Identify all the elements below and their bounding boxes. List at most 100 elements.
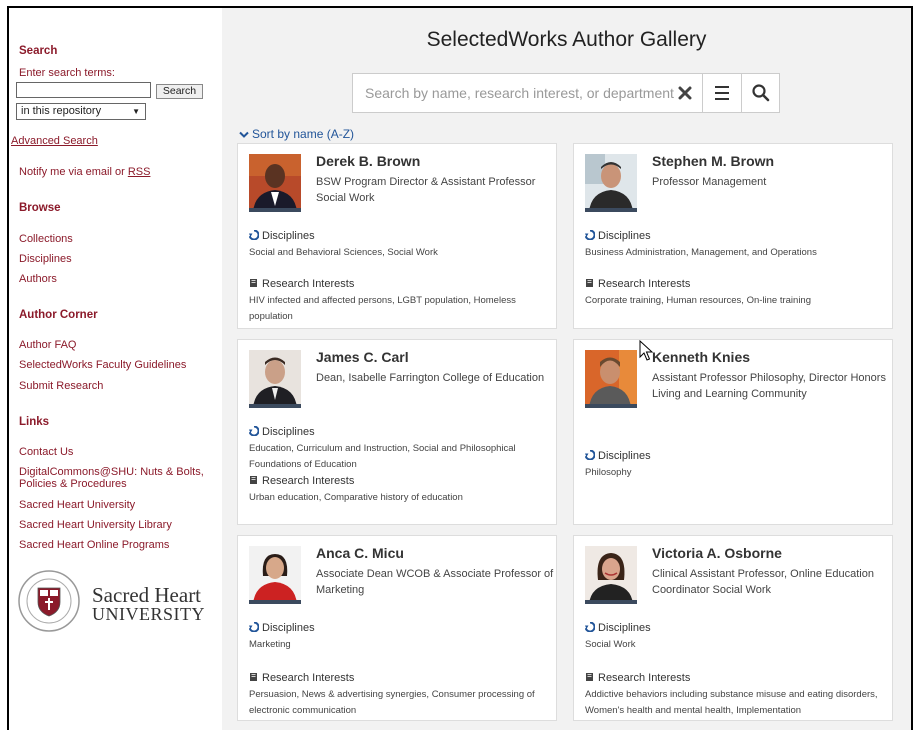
- author-card[interactable]: Derek B. Brown BSW Program Director & As…: [237, 143, 557, 329]
- notify-link[interactable]: Notify me via email or: [19, 166, 128, 178]
- browse-heading: Browse: [19, 202, 61, 214]
- notify-row: Notify me via email or RSS: [19, 166, 150, 178]
- author-card[interactable]: Stephen M. Brown Professor Management Di…: [573, 143, 893, 329]
- sort-dropdown[interactable]: Sort by name (A-Z): [239, 127, 354, 141]
- research-text: Corporate training, Human resources, On-…: [585, 295, 811, 306]
- author-photo[interactable]: [585, 350, 637, 408]
- disciplines-text: Social Work: [585, 639, 636, 650]
- research-text: Addictive behaviors including substance …: [585, 689, 878, 716]
- logo-wordmark-line2: UNIVERSITY: [92, 604, 205, 624]
- shu-library-link[interactable]: Sacred Heart University Library: [19, 519, 172, 531]
- mouse-cursor-icon: [639, 340, 653, 361]
- disciplines-label: Disciplines: [598, 622, 651, 634]
- browse-disciplines-link[interactable]: Disciplines: [19, 253, 72, 265]
- book-icon: [250, 279, 257, 287]
- university-logo[interactable]: Sacred Heart UNIVERSITY: [16, 568, 216, 638]
- disciplines-text: Marketing: [249, 639, 291, 650]
- author-name[interactable]: James C. Carl: [316, 349, 409, 365]
- author-title: Clinical Assistant Professor, Online Edu…: [652, 568, 874, 596]
- disciplines-label: Disciplines: [598, 230, 651, 242]
- author-title: Associate Dean WCOB & Associate Professo…: [316, 568, 554, 596]
- author-photo[interactable]: [585, 546, 637, 604]
- research-heading: Research Interests: [585, 672, 690, 684]
- author-name[interactable]: Anca C. Micu: [316, 545, 404, 561]
- disciplines-text: Business Administration, Management, and…: [585, 247, 817, 258]
- browse-authors-link[interactable]: Authors: [19, 273, 57, 285]
- scope-select[interactable]: in this repository ▼: [16, 103, 146, 120]
- shu-link[interactable]: Sacred Heart University: [19, 499, 135, 511]
- research-label: Research Interests: [262, 278, 355, 290]
- author-photo[interactable]: [249, 350, 301, 408]
- author-card[interactable]: Victoria A. Osborne Clinical Assistant P…: [573, 535, 893, 721]
- author-name[interactable]: Stephen M. Brown: [652, 153, 774, 169]
- author-title: Professor Management: [652, 176, 767, 188]
- author-faq-link[interactable]: Author FAQ: [19, 339, 76, 351]
- gallery-search-button[interactable]: [742, 74, 780, 112]
- page-title: SelectedWorks Author Gallery: [426, 28, 707, 51]
- research-label: Research Interests: [262, 475, 355, 487]
- disciplines-icon: [584, 621, 596, 633]
- disciplines-heading: Disciplines: [248, 425, 315, 438]
- sidebar: Search Enter search terms: Search in thi…: [9, 8, 222, 730]
- gallery-search-bar: Search by name, research interest, or de…: [352, 73, 780, 113]
- author-title: BSW Program Director & Assistant Profess…: [316, 176, 536, 204]
- digitalcommons-link-line2[interactable]: Policies & Procedures: [19, 478, 127, 490]
- disciplines-heading: Disciplines: [248, 621, 315, 634]
- disciplines-label: Disciplines: [262, 426, 315, 438]
- chevron-down-icon: [239, 131, 249, 138]
- research-heading: Research Interests: [249, 278, 354, 290]
- search-button[interactable]: Search: [156, 84, 203, 99]
- submit-research-link[interactable]: Submit Research: [19, 380, 103, 392]
- digitalcommons-link[interactable]: DigitalCommons@SHU: Nuts & Bolts,: [19, 466, 204, 478]
- disciplines-text: Social and Behavioral Sciences, Social W…: [249, 247, 438, 258]
- disciplines-icon: [248, 425, 260, 437]
- author-title: Dean, Isabelle Farrington College of Edu…: [316, 372, 545, 384]
- research-label: Research Interests: [262, 672, 355, 684]
- search-input[interactable]: [16, 82, 151, 98]
- list-view-button[interactable]: [703, 74, 741, 112]
- scope-selected-value: in this repository: [21, 105, 102, 117]
- gallery-main: SelectedWorks Author Gallery Search by n…: [222, 8, 911, 730]
- browse-collections-link[interactable]: Collections: [19, 233, 73, 245]
- book-icon: [250, 476, 257, 484]
- book-icon: [250, 673, 257, 681]
- book-icon: [586, 279, 593, 287]
- author-photo[interactable]: [585, 154, 637, 212]
- disciplines-icon: [584, 449, 596, 461]
- dropdown-arrow-icon: ▼: [132, 107, 140, 116]
- advanced-search-link[interactable]: Advanced Search: [11, 135, 98, 147]
- university-seal-icon: [18, 570, 80, 632]
- author-photo[interactable]: [249, 154, 301, 212]
- author-card[interactable]: Kenneth Knies Assistant Professor Philos…: [573, 339, 893, 525]
- links-heading: Links: [19, 416, 50, 428]
- research-text: HIV infected and affected persons, LGBT …: [249, 295, 516, 322]
- disciplines-label: Disciplines: [262, 230, 315, 242]
- shu-online-link[interactable]: Sacred Heart Online Programs: [19, 539, 169, 551]
- author-corner-heading: Author Corner: [19, 309, 98, 321]
- rss-link[interactable]: RSS: [128, 166, 151, 178]
- sort-label: Sort by name (A-Z): [252, 127, 355, 141]
- research-heading: Research Interests: [249, 475, 354, 487]
- contact-us-link[interactable]: Contact Us: [19, 446, 73, 458]
- disciplines-icon: [584, 229, 596, 241]
- faculty-guidelines-link[interactable]: SelectedWorks Faculty Guidelines: [19, 359, 186, 371]
- disciplines-heading: Disciplines: [584, 621, 651, 634]
- logo-wordmark-line1: Sacred Heart: [92, 583, 202, 607]
- disciplines-label: Disciplines: [598, 450, 651, 462]
- author-card[interactable]: James C. Carl Dean, Isabelle Farrington …: [237, 339, 557, 525]
- clear-icon[interactable]: [678, 86, 692, 100]
- research-heading: Research Interests: [585, 278, 690, 290]
- author-card[interactable]: Anca C. Micu Associate Dean WCOB & Assoc…: [237, 535, 557, 721]
- research-label: Research Interests: [598, 672, 691, 684]
- book-icon: [586, 673, 593, 681]
- author-photo[interactable]: [249, 546, 301, 604]
- author-name[interactable]: Derek B. Brown: [316, 153, 420, 169]
- search-icon: [752, 84, 770, 102]
- disciplines-label: Disciplines: [262, 622, 315, 634]
- hamburger-menu-icon: [715, 86, 729, 100]
- disciplines-icon: [248, 621, 260, 633]
- gallery-search-input[interactable]: Search by name, research interest, or de…: [365, 74, 685, 112]
- author-name[interactable]: Kenneth Knies: [652, 349, 750, 365]
- author-title: Assistant Professor Philosophy, Director…: [652, 372, 886, 400]
- author-name[interactable]: Victoria A. Osborne: [652, 545, 782, 561]
